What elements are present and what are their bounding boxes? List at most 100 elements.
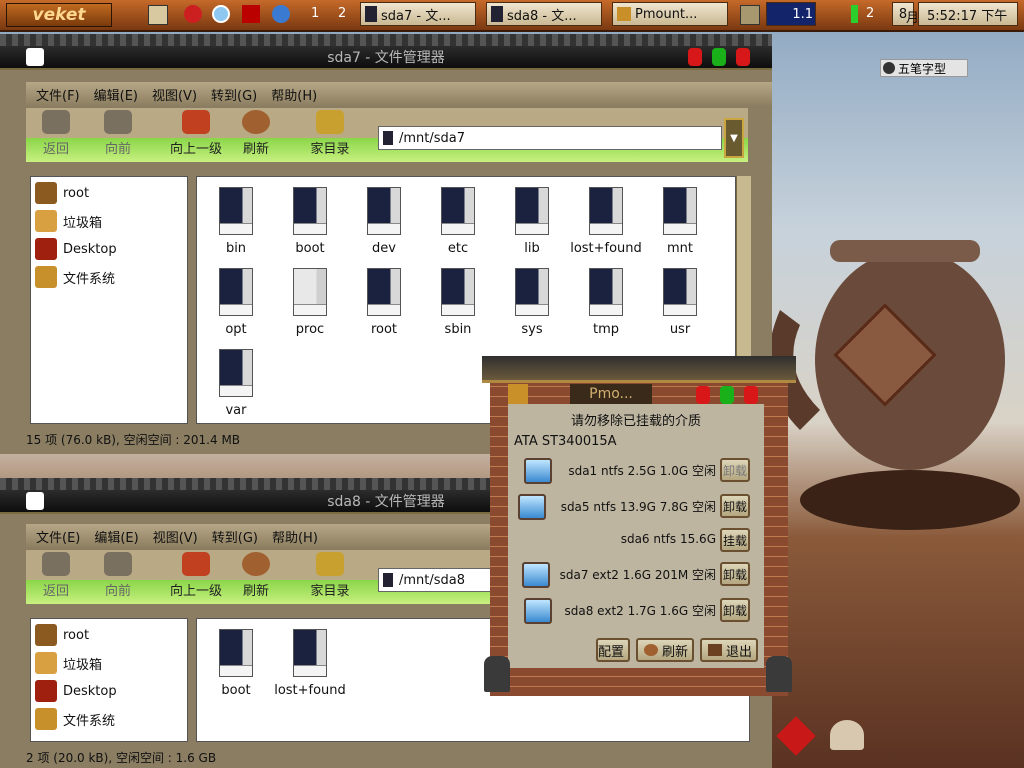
- back-button[interactable]: 返回: [26, 110, 86, 160]
- file-item[interactable]: bin: [199, 187, 273, 256]
- side-item-desktop[interactable]: Desktop: [35, 679, 117, 703]
- file-item[interactable]: usr: [643, 268, 717, 337]
- desktop-icon: [35, 238, 57, 260]
- back-label: 返回: [42, 142, 69, 157]
- refresh-icon[interactable]: [272, 5, 290, 23]
- menu-go[interactable]: 转到(G): [211, 85, 257, 104]
- refresh-button[interactable]: 刷新: [226, 552, 286, 602]
- file-item[interactable]: etc: [421, 187, 495, 256]
- menu-view[interactable]: 视图(V): [153, 527, 198, 546]
- file-item[interactable]: sys: [495, 268, 569, 337]
- file-item[interactable]: opt: [199, 268, 273, 337]
- partition-text: sda1 ntfs 2.5G 1.0G 空闲: [568, 464, 716, 478]
- close-lantern-icon[interactable]: [744, 386, 758, 404]
- menu-help[interactable]: 帮助(H): [272, 527, 318, 546]
- show-desktop-icon[interactable]: [148, 5, 168, 25]
- search-icon[interactable]: [212, 5, 230, 23]
- forward-label: 向前: [104, 142, 131, 157]
- status-text: 2 项 (20.0 kB), 空闲空间 : 1.6 GB: [26, 750, 217, 765]
- file-name: boot: [295, 241, 325, 256]
- home-button[interactable]: 家目录: [300, 552, 360, 602]
- unmount-button-sda8[interactable]: 卸载: [720, 598, 750, 622]
- refresh-button[interactable]: 刷新: [636, 638, 694, 662]
- maximize-lantern-icon[interactable]: [720, 386, 734, 404]
- mount-button-sda6[interactable]: 挂载: [720, 528, 750, 552]
- menu-edit[interactable]: 编辑(E): [94, 85, 138, 104]
- file-item[interactable]: boot: [199, 629, 273, 698]
- trash-icon: [35, 652, 57, 674]
- partition-text: sda8 ext2 1.7G 1.6G 空闲: [564, 604, 717, 618]
- menu-go[interactable]: 转到(G): [212, 527, 258, 546]
- drive-icon[interactable]: [830, 720, 864, 750]
- keyboard-icon[interactable]: [740, 5, 760, 25]
- home-button[interactable]: 家目录: [300, 110, 360, 160]
- file-item[interactable]: boot: [273, 187, 347, 256]
- file-item[interactable]: var: [199, 349, 273, 418]
- refresh-button[interactable]: 刷新: [226, 110, 286, 160]
- workspace-1[interactable]: 1: [311, 6, 319, 21]
- minimize-lantern-icon[interactable]: [688, 48, 702, 66]
- side-item-root[interactable]: root: [35, 181, 89, 205]
- file-item[interactable]: lost+found: [569, 187, 643, 256]
- config-button[interactable]: 配置: [596, 638, 630, 662]
- file-item[interactable]: lib: [495, 187, 569, 256]
- address-text: /mnt/sda8: [399, 572, 466, 588]
- maximize-lantern-icon[interactable]: [712, 48, 726, 66]
- task-button-sda7[interactable]: sda7 - 文...: [360, 2, 476, 26]
- file-item[interactable]: mnt: [643, 187, 717, 256]
- address-bar[interactable]: /mnt/sda8: [378, 568, 492, 592]
- menu-logo[interactable]: veket: [6, 3, 112, 27]
- back-button[interactable]: 返回: [26, 552, 86, 602]
- forward-button[interactable]: 向前: [88, 552, 148, 602]
- cpu-meter: 1.1: [766, 2, 816, 26]
- address-dropdown-button[interactable]: ▼: [724, 118, 744, 158]
- file-name: mnt: [667, 241, 693, 256]
- workspace-2[interactable]: 2: [338, 6, 346, 21]
- folder-icon: [383, 573, 393, 587]
- side-item-filesystem[interactable]: 文件系统: [35, 707, 115, 731]
- file-item[interactable]: tmp: [569, 268, 643, 337]
- side-item-root[interactable]: root: [35, 623, 89, 647]
- menu-edit[interactable]: 编辑(E): [94, 527, 138, 546]
- cpu-value: 1.1: [792, 6, 813, 22]
- unmount-button-sda5[interactable]: 卸载: [720, 494, 750, 518]
- task-button-sda8[interactable]: sda8 - 文...: [486, 2, 602, 26]
- up-button[interactable]: 向上一级: [162, 110, 230, 160]
- side-item-trash[interactable]: 垃圾箱: [35, 651, 102, 675]
- ime-indicator[interactable]: 五笔字型: [880, 59, 968, 77]
- folder-book-icon: [367, 268, 401, 316]
- up-button[interactable]: 向上一级: [162, 552, 230, 602]
- side-item-trash[interactable]: 垃圾箱: [35, 209, 102, 233]
- unmount-button-sda1[interactable]: 卸载: [720, 458, 750, 482]
- menu-view[interactable]: 视图(V): [152, 85, 197, 104]
- window-titlebar[interactable]: sda7 - 文件管理器: [0, 46, 772, 70]
- tray-number: 2: [866, 6, 875, 21]
- side-item-desktop[interactable]: Desktop: [35, 237, 117, 261]
- pmount-icon: [617, 7, 631, 21]
- clock[interactable]: 5:52:17 下午: [918, 2, 1018, 26]
- forward-button[interactable]: 向前: [88, 110, 148, 160]
- chinese-knot-icon[interactable]: [776, 716, 816, 756]
- file-item[interactable]: sbin: [421, 268, 495, 337]
- task-button-pmount[interactable]: Pmount...: [612, 2, 728, 26]
- quit-button[interactable]: 退出: [700, 638, 758, 662]
- file-item[interactable]: dev: [347, 187, 421, 256]
- pmount-titlebar[interactable]: Pmo...: [570, 384, 652, 404]
- close-lantern-icon[interactable]: [736, 48, 750, 66]
- folder-book-icon: [441, 268, 475, 316]
- address-bar[interactable]: /mnt/sda7: [378, 126, 722, 150]
- flag-icon[interactable]: [242, 5, 260, 23]
- rescue-icon[interactable]: [184, 5, 202, 23]
- file-name: opt: [225, 322, 247, 337]
- menu-file[interactable]: 文件(F): [36, 85, 80, 104]
- minimize-lantern-icon[interactable]: [696, 386, 710, 404]
- file-item[interactable]: root: [347, 268, 421, 337]
- network-signal-icon[interactable]: [840, 5, 858, 23]
- file-item[interactable]: proc: [273, 268, 347, 337]
- unmount-button-sda7[interactable]: 卸载: [720, 562, 750, 586]
- file-item[interactable]: lost+found: [273, 629, 347, 698]
- menu-file[interactable]: 文件(E): [36, 527, 80, 546]
- menu-help[interactable]: 帮助(H): [271, 85, 317, 104]
- side-item-filesystem[interactable]: 文件系统: [35, 265, 115, 289]
- stone-lion-left-icon: [484, 656, 510, 692]
